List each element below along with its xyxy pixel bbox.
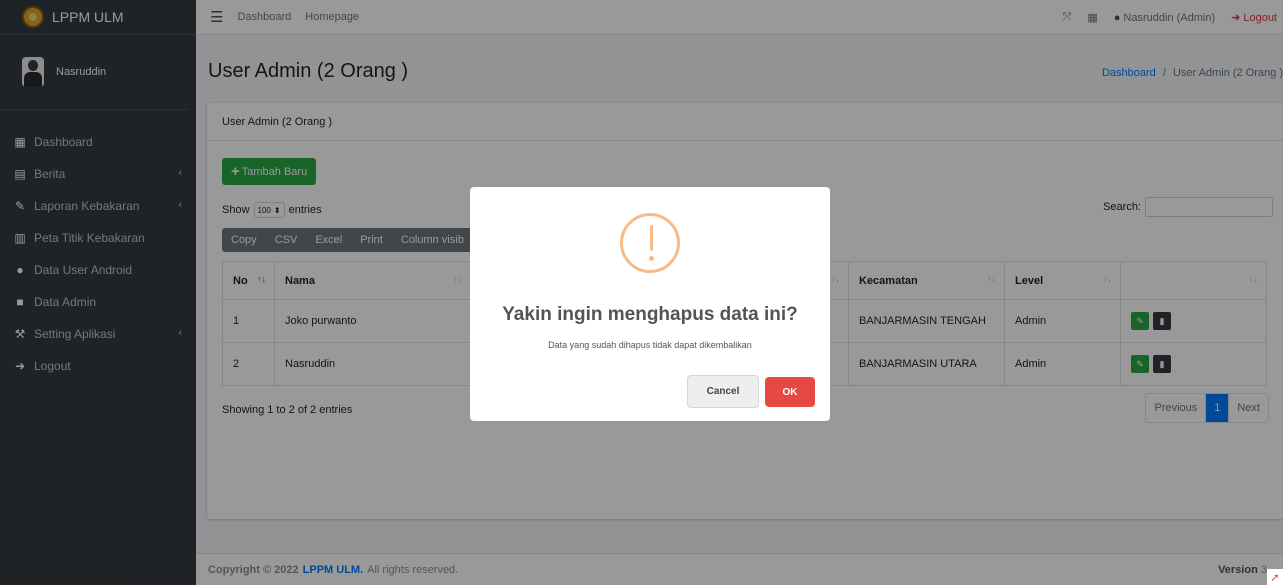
modal-title: Yakin ingin menghapus data ini?: [502, 304, 798, 325]
modal-text: Data yang sudah dihapus tidak dapat dike…: [548, 340, 752, 350]
warning-icon: [620, 213, 680, 273]
corner-arrow-icon: ➚: [1267, 569, 1283, 585]
confirm-delete-modal: Yakin ingin menghapus data ini? Data yan…: [470, 187, 830, 421]
ok-button[interactable]: OK: [765, 377, 815, 407]
cancel-button[interactable]: Cancel: [687, 375, 759, 408]
